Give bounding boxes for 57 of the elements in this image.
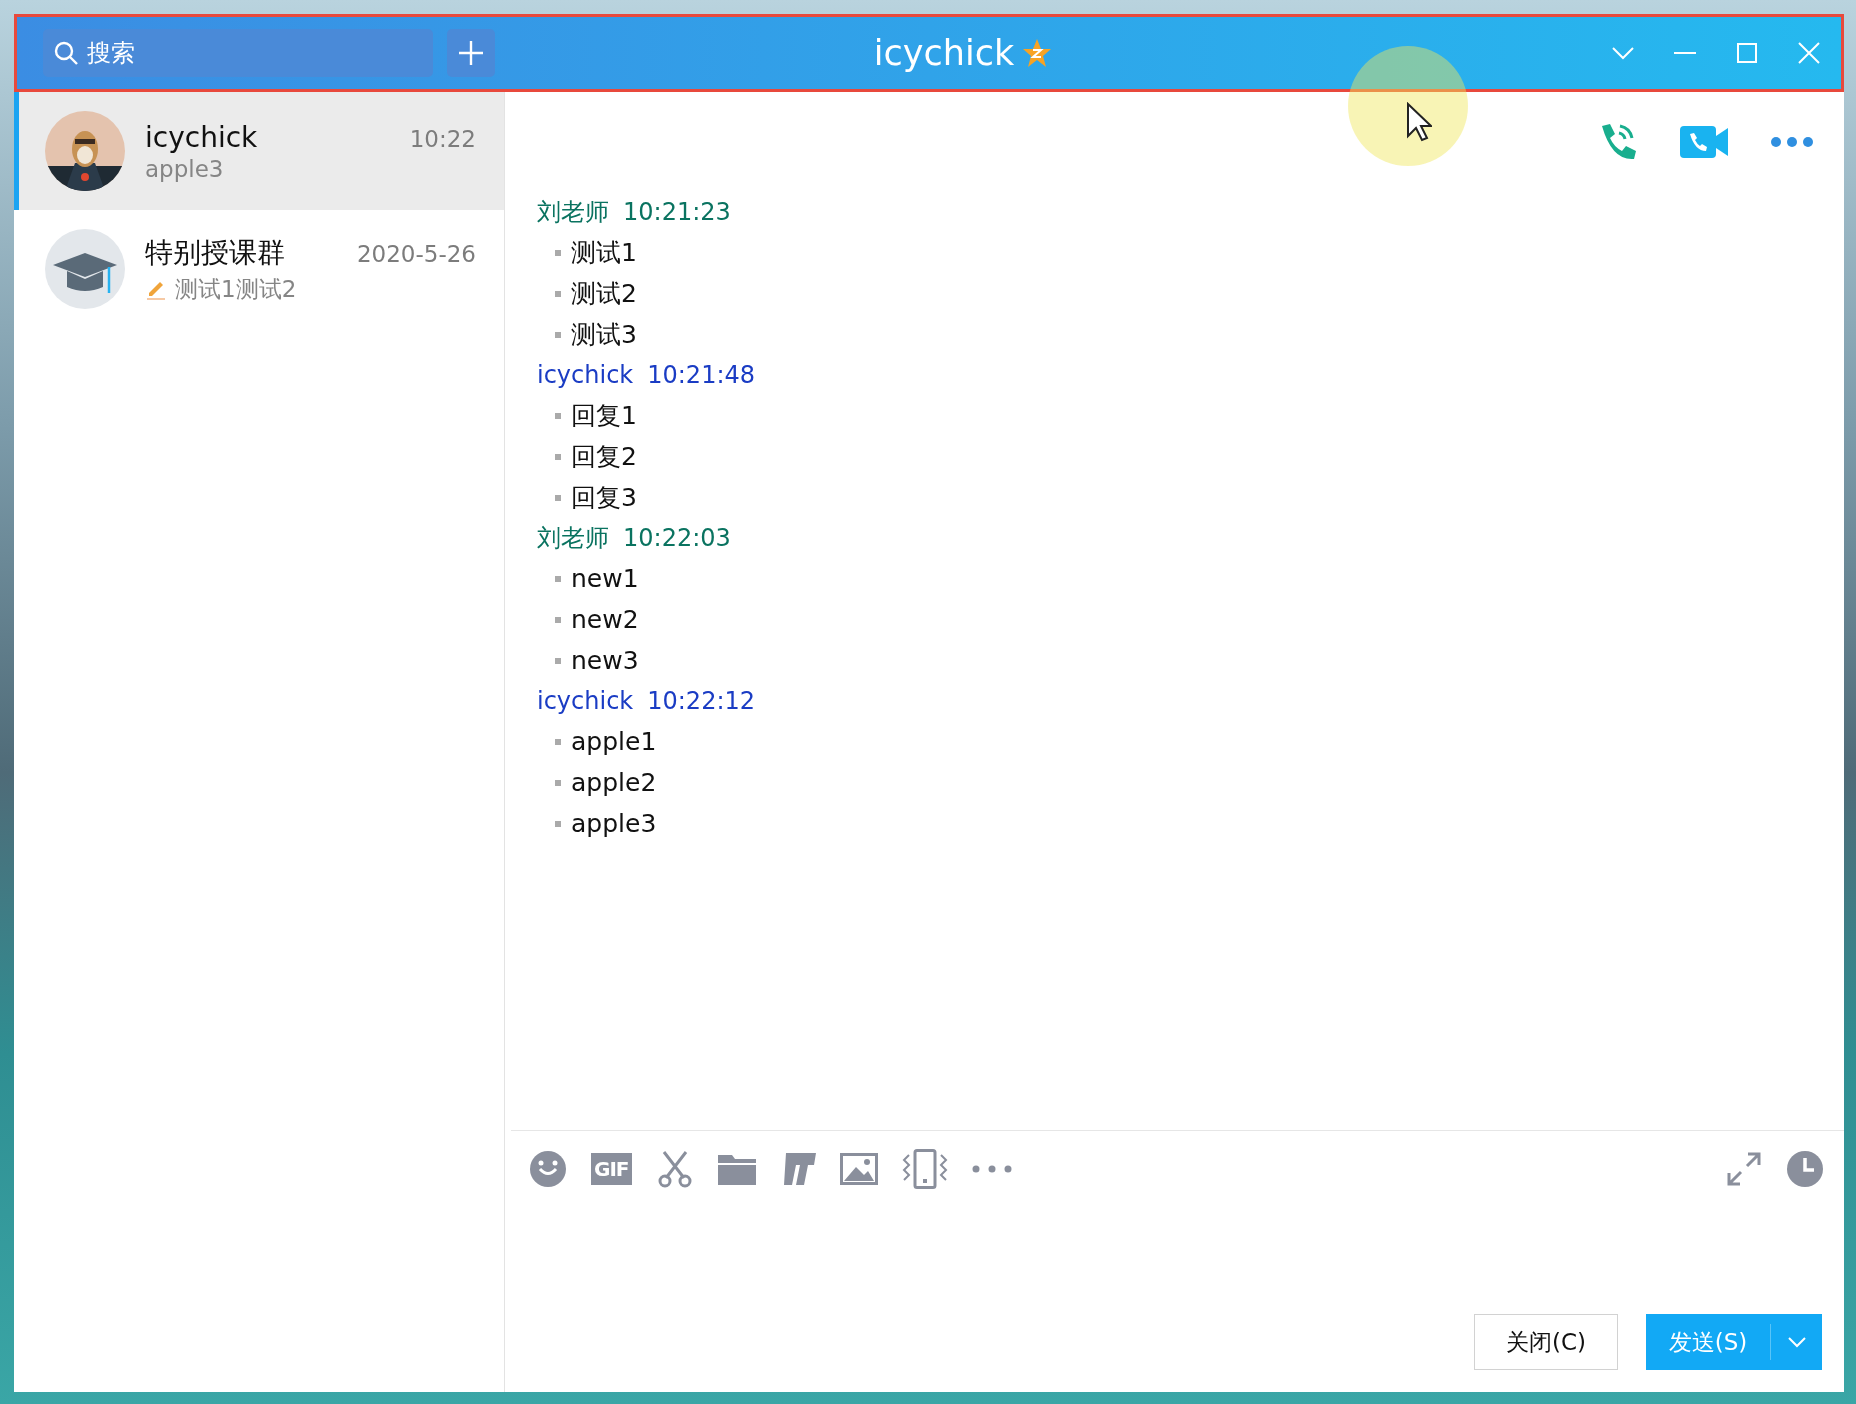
sender-name: icychick 10:22:12 [537, 686, 757, 717]
star-icon [1022, 38, 1053, 68]
bullet-icon [555, 453, 561, 460]
folder-icon[interactable] [717, 1153, 756, 1185]
caret-icon [1786, 1336, 1807, 1348]
bullet-icon [555, 412, 561, 419]
message-text: apple1 [571, 727, 657, 756]
maximize-icon[interactable] [1735, 41, 1759, 65]
search-field[interactable]: 搜索 [43, 29, 433, 77]
smiley-icon[interactable] [529, 1150, 567, 1188]
message-text: new1 [571, 564, 639, 593]
bullet-icon [555, 290, 561, 297]
conversation-item[interactable]: 特别授课群 2020-5-26 测试1测试2 [14, 210, 504, 328]
message-time: 2020-5-26 [356, 240, 476, 267]
message-text: apple3 [571, 809, 657, 838]
bullet-icon [555, 616, 561, 623]
bullet-icon [555, 575, 561, 582]
bullet-icon [555, 494, 561, 501]
sender-name: 刘老师 10:21:23 [537, 197, 732, 228]
close-button[interactable]: 关闭(C) [1474, 1314, 1618, 1370]
sender-name: icychick 10:21:48 [537, 360, 757, 391]
sender-name: 刘老师 10:22:03 [537, 523, 732, 554]
conversation-item[interactable]: icychick 10:22 apple3 [14, 92, 504, 210]
contact-name: icychick [145, 120, 258, 154]
message-text: new2 [571, 605, 639, 634]
bullet-icon [555, 331, 561, 338]
cursor-icon [1406, 102, 1432, 142]
video-camera-icon[interactable] [1680, 124, 1728, 160]
message-preview: apple3 [145, 155, 224, 182]
close-icon[interactable] [1797, 41, 1821, 65]
more-icon[interactable] [971, 1165, 1012, 1173]
image-icon[interactable] [839, 1153, 878, 1185]
expand-icon[interactable] [1726, 1151, 1762, 1187]
message-text: 回复3 [571, 482, 637, 514]
search-icon [53, 40, 79, 66]
plus-icon [458, 40, 484, 66]
vibrate-icon[interactable] [901, 1149, 948, 1189]
message-text: new3 [571, 646, 639, 675]
message-text: apple2 [571, 768, 657, 797]
message-text: 测试2 [571, 278, 637, 310]
bullet-icon [555, 657, 561, 664]
clock-icon[interactable] [1786, 1150, 1824, 1188]
add-button[interactable] [447, 29, 495, 77]
message-preview: 测试1测试2 [175, 274, 297, 304]
window-title: icychick [873, 33, 1015, 73]
message-text: 回复2 [571, 441, 637, 473]
bullet-icon [555, 779, 561, 786]
more-icon[interactable] [1770, 136, 1814, 148]
bullet-icon [555, 820, 561, 827]
message-text: 测试1 [571, 237, 637, 269]
bullet-icon [555, 249, 561, 256]
message-text: 测试3 [571, 319, 637, 351]
graduation-cap-icon [45, 229, 125, 309]
message-time: 10:22 [409, 125, 476, 152]
bullet-icon [555, 738, 561, 745]
contact-name: 特别授课群 [145, 234, 285, 271]
message-text: 回复1 [571, 400, 637, 432]
